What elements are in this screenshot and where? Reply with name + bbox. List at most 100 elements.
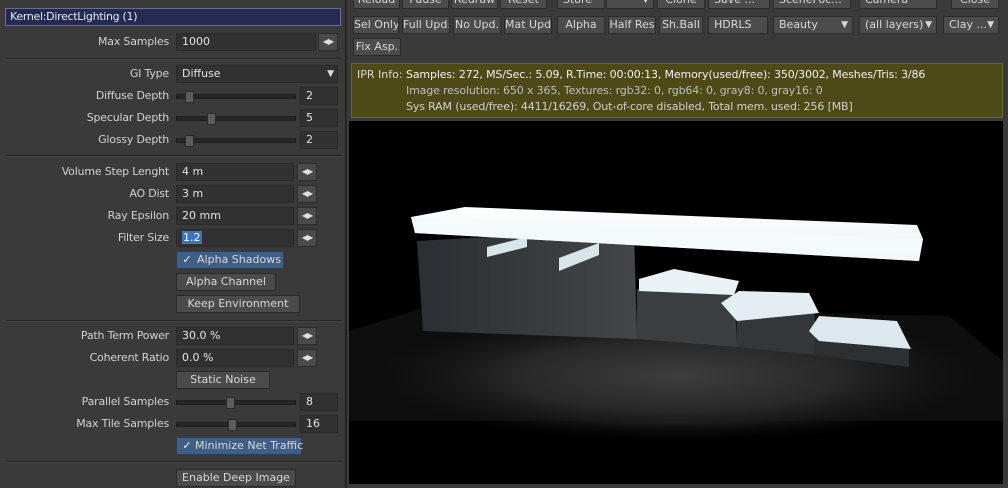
alpha-shadows-toggle[interactable]: ✓ Alpha Shadows [176,251,284,269]
ipr-info-label: IPR Info: [357,68,403,81]
fix-asp-button[interactable]: Fix Asp. [353,38,401,56]
keep-environment-toggle[interactable]: Keep Environment [176,295,300,313]
ipr-info-box: IPR Info: Samples: 272, MS/Sec.: 5.09, R… [351,63,1003,118]
parallel-samples-label: Parallel Samples [81,395,170,408]
specular-depth-value[interactable]: 5 [300,109,338,127]
store-select[interactable]: ▼ [606,0,654,9]
coherent-ratio-field[interactable]: 0.0 % [176,349,294,367]
glossy-depth-value[interactable]: 2 [300,131,338,149]
scene-focus-select[interactable]: SceneFoc... [773,0,851,9]
close-button[interactable]: Close [951,0,999,9]
checkmark-icon: ✓ [182,253,192,266]
slider-thumb[interactable] [207,113,216,125]
chevron-down-icon: ▼ [987,20,994,30]
hdrls-button[interactable]: HDRLS [708,16,768,34]
store-button[interactable]: Store [557,0,605,9]
filter-size-row: Filter Size 1.2 ◀▶ [0,228,346,248]
ipr-info-line-1: Samples: 272, MS/Sec.: 5.09, R.Time: 00:… [406,68,926,81]
ipr-info-line-3: Sys RAM (used/free): 4411/16269, Out-of-… [406,100,853,113]
beauty-select[interactable]: Beauty ▼ [773,16,853,34]
divider [6,461,342,463]
slider-thumb[interactable] [226,397,235,409]
redraw-button[interactable]: Redraw [451,0,498,9]
render-viewport[interactable] [349,121,1003,484]
filter-size-label: Filter Size [117,231,169,244]
specular-depth-slider[interactable] [176,113,296,125]
pause-button[interactable]: Pause [402,0,449,9]
specular-depth-row: Specular Depth 5 [0,108,346,128]
updown-arrows-icon[interactable]: ◀▶ [297,229,317,247]
glossy-depth-slider[interactable] [176,135,296,147]
slider-track [176,116,296,121]
gi-type-value: Diffuse [182,67,221,80]
volume-step-row: Volume Step Lenght 4 m ◀▶ [0,162,346,182]
chevron-down-icon: ▼ [925,20,932,30]
path-term-power-field[interactable]: 30.0 % [176,327,294,345]
slider-thumb[interactable] [185,91,194,103]
chevron-down-icon: ▼ [327,69,334,79]
alpha-shadows-row: ✓ Alpha Shadows [0,250,346,270]
slider-thumb[interactable] [185,135,194,147]
specular-depth-label: Specular Depth [86,111,169,124]
reload-button[interactable]: Reload [353,0,400,9]
ao-dist-row: AO Dist 3 m ◀▶ [0,184,346,204]
full-upd-button[interactable]: Full Upd. [402,16,450,34]
parallel-samples-row: Parallel Samples 8 [0,392,346,412]
alpha-channel-row: Alpha Channel [0,272,346,292]
updown-arrows-icon[interactable]: ◀▶ [297,163,317,181]
gi-type-select[interactable]: Diffuse ▼ [176,65,338,83]
glossy-depth-row: Glossy Depth 2 [0,130,346,150]
updown-arrows-icon[interactable]: ◀▶ [297,327,317,345]
alpha-channel-toggle[interactable]: Alpha Channel [176,273,276,291]
save-button[interactable]: Save ... [708,0,770,9]
half-res-button[interactable]: Half Res [608,16,656,34]
alpha-button[interactable]: Alpha [557,16,605,34]
filter-size-value: 1.2 [182,231,202,244]
static-noise-row: Static Noise [0,370,346,390]
ao-dist-field[interactable]: 3 m [176,185,294,203]
static-noise-toggle[interactable]: Static Noise [176,371,270,389]
max-tile-samples-slider[interactable] [176,419,296,431]
parallel-samples-slider[interactable] [176,397,296,409]
layers-value: (all layers) [865,18,924,31]
chevron-down-icon: ▼ [642,0,649,5]
divider [6,155,342,157]
filter-size-field[interactable]: 1.2 [176,229,294,247]
updown-arrows-icon[interactable]: ◀▶ [297,207,317,225]
sel-only-button[interactable]: Sel Only [353,16,399,34]
updown-arrows-icon[interactable]: ◀▶ [318,33,338,51]
updown-arrows-icon[interactable]: ◀▶ [297,349,317,367]
diffuse-depth-row: Diffuse Depth 2 [0,86,346,106]
ray-epsilon-field[interactable]: 20 mm [176,207,294,225]
sh-ball-button[interactable]: Sh.Ball [659,16,703,34]
updown-arrows-icon[interactable]: ◀▶ [297,185,317,203]
diffuse-depth-label: Diffuse Depth [95,89,169,102]
slider-track [176,94,296,99]
slider-thumb[interactable] [228,419,237,431]
camera-select[interactable]: Camera [859,0,937,9]
ray-epsilon-row: Ray Epsilon 20 mm ◀▶ [0,206,346,226]
diffuse-depth-slider[interactable] [176,91,296,103]
mat-upd-button[interactable]: Mat Upd [504,16,552,34]
layers-select[interactable]: (all layers) ▼ [859,16,937,34]
reset-button[interactable]: Reset [500,0,547,9]
no-upd-button[interactable]: No Upd. [453,16,501,34]
volume-step-field[interactable]: 4 m [176,163,294,181]
minimize-net-traffic-toggle[interactable]: ✓ Minimize Net Traffic [176,437,303,455]
volume-step-label: Volume Step Lenght [61,165,169,178]
max-samples-field[interactable]: 1000 [176,33,316,51]
ipr-info-line-2: Image resolution: 650 x 365, Textures: r… [406,84,823,97]
enable-deep-image-toggle[interactable]: Enable Deep Image [176,469,296,487]
max-tile-samples-value[interactable]: 16 [300,415,338,433]
keep-environment-row: Keep Environment [0,294,346,314]
clone-button[interactable]: Clone [657,0,705,9]
max-samples-label: Max Samples [97,35,169,48]
clay-select[interactable]: Clay ... ▼ [943,16,999,34]
coherent-ratio-label: Coherent Ratio [89,351,170,364]
diffuse-depth-value[interactable]: 2 [300,87,338,105]
divider [6,58,342,60]
max-samples-row: Max Samples 1000 ◀▶ [0,32,346,52]
ray-epsilon-label: Ray Epsilon [107,209,170,222]
slider-track [176,138,296,143]
parallel-samples-value[interactable]: 8 [300,393,338,411]
